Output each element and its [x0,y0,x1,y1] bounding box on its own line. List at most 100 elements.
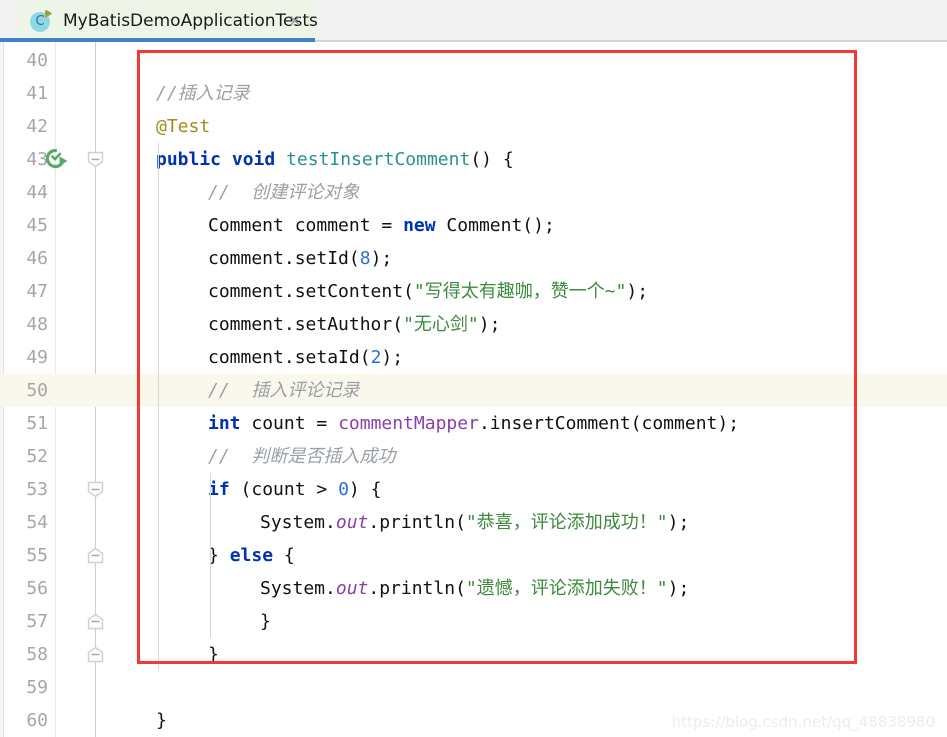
code-token: // 判断是否插入成功 [208,446,396,467]
code-token: } [208,545,230,566]
line-number: 51 [26,413,48,434]
code-editor[interactable]: 40 41 //插入记录 42 @Test 43 public void testInser… [0,42,947,737]
code-line-row[interactable]: 57} [0,605,947,638]
code-line-text[interactable]: } [260,605,271,638]
line-number: 53 [26,479,48,500]
code-line-row[interactable]: 41 //插入记录 [0,77,947,110]
code-token: } [208,644,219,665]
line-number: 41 [26,83,48,104]
line-number: 58 [26,644,48,665]
code-token: comment.setaId( [208,347,371,368]
code-token: //插入记录 [156,83,250,104]
code-line-text[interactable]: System.out.println("恭喜，评论添加成功！"); [260,506,689,539]
code-line-row[interactable]: 56 System.out.println("遗憾，评论添加失败！"); [0,572,947,605]
code-token: 8 [359,248,371,269]
code-line-text[interactable]: } [156,704,167,737]
code-token: } [260,611,271,632]
code-line-row[interactable]: 47 comment.setContent("写得太有趣咖，赞一个~"); [0,275,947,308]
code-line-row[interactable]: 59 [0,671,947,704]
code-line-row[interactable]: 43 public void testInsertComment() { [0,143,947,176]
code-line-text[interactable]: public void testInsertComment() { [156,143,514,176]
code-token: else [229,545,274,566]
line-number: 44 [26,182,48,203]
code-line-text[interactable]: // 插入评论记录 [208,374,359,407]
code-token: .println( [368,512,466,533]
code-token: int [208,413,241,434]
line-number: 42 [26,116,48,137]
indent-guide-level-1 [210,473,211,638]
code-token: } [156,710,167,731]
code-token: (count > [229,479,339,500]
code-line-row[interactable]: 40 [0,44,947,77]
code-token: @Test [156,116,211,137]
code-line-text[interactable]: comment.setContent("写得太有趣咖，赞一个~"); [208,275,648,308]
editor-tab-bar: C MyBatisDemoApplicationTests × [0,0,947,42]
code-token: comment.setId( [208,248,360,269]
code-line-text[interactable]: comment.setAuthor("无心剑"); [208,308,500,341]
code-line-text[interactable]: @Test [156,110,210,143]
line-number: 45 [26,215,48,236]
tab-bar-left-edge [0,2,18,40]
line-number: 57 [26,611,48,632]
line-number: 48 [26,314,48,335]
run-test-success-icon[interactable] [45,148,70,171]
code-token: ) { [348,479,382,500]
code-token: testInsertComment [286,149,471,170]
code-line-row[interactable]: 55} else { [0,539,947,572]
code-line-row[interactable]: 46 comment.setId(8); [0,242,947,275]
code-line-row[interactable]: 50 // 插入评论记录 [0,374,947,407]
code-token: out [335,512,369,533]
code-line-text[interactable]: comment.setaId(2); [208,341,403,374]
code-line-row[interactable]: 49 comment.setaId(2); [0,341,947,374]
code-line-row[interactable]: 44 // 创建评论对象 [0,176,947,209]
code-line-row[interactable]: 52 // 判断是否插入成功 [0,440,947,473]
line-number: 40 [26,50,48,71]
close-icon[interactable]: × [287,13,303,30]
code-token: commentMapper [338,413,479,434]
code-line-text[interactable]: } else { [208,539,295,572]
code-line-text[interactable]: } [208,638,219,671]
code-line-text[interactable]: //插入记录 [156,77,250,110]
code-line-row[interactable]: 53 if (count > 0) { [0,473,947,506]
java-test-class-icon: C [30,10,52,32]
code-line-row[interactable]: 51 int count = commentMapper.insertCommen… [0,407,947,440]
code-line-row[interactable]: 58} [0,638,947,671]
line-number: 56 [26,578,48,599]
code-line-row[interactable]: 42 @Test [0,110,947,143]
code-token: if [208,479,230,500]
code-token: Comment comment = [208,215,404,236]
fold-end-icon[interactable] [87,646,104,663]
code-line-text[interactable]: Comment comment = new Comment(); [208,209,555,242]
code-token: new [403,215,436,236]
code-token: .insertComment(comment); [478,413,740,434]
editor-tab-active[interactable]: C MyBatisDemoApplicationTests × [18,2,318,40]
code-token: ); [370,248,393,269]
code-line-text[interactable]: // 判断是否插入成功 [208,440,395,473]
code-token: ); [667,512,690,533]
code-line-row[interactable]: 54 System.out.println("恭喜，评论添加成功！"); [0,506,947,539]
code-token: "恭喜，评论添加成功！" [465,512,668,533]
code-line-text[interactable]: // 创建评论对象 [208,176,359,209]
code-token: ); [667,578,690,599]
code-line-row[interactable]: 48 comment.setAuthor("无心剑"); [0,308,947,341]
fold-collapse-icon[interactable] [87,481,104,498]
line-number: 47 [26,281,48,302]
code-line-text[interactable]: System.out.println("遗憾，评论添加失败！"); [260,572,689,605]
code-token: public [156,149,222,170]
code-line-text[interactable]: int count = commentMapper.insertComment(… [208,407,739,440]
code-line-text[interactable]: comment.setId(8); [208,242,392,275]
fold-end-icon[interactable] [87,547,104,564]
code-token: // 创建评论对象 [208,182,360,203]
fold-collapse-icon[interactable] [87,151,104,168]
code-token: () { [470,149,514,170]
code-line-text[interactable]: if (count > 0) { [208,473,381,506]
line-number: 54 [26,512,48,533]
code-token: System. [260,578,336,599]
fold-end-icon[interactable] [87,613,104,630]
code-token: comment.setContent( [208,281,414,302]
code-token: 2 [370,347,382,368]
code-line-row[interactable]: 45 Comment comment = new Comment(); [0,209,947,242]
code-token: ); [381,347,404,368]
code-token: ); [626,281,649,302]
